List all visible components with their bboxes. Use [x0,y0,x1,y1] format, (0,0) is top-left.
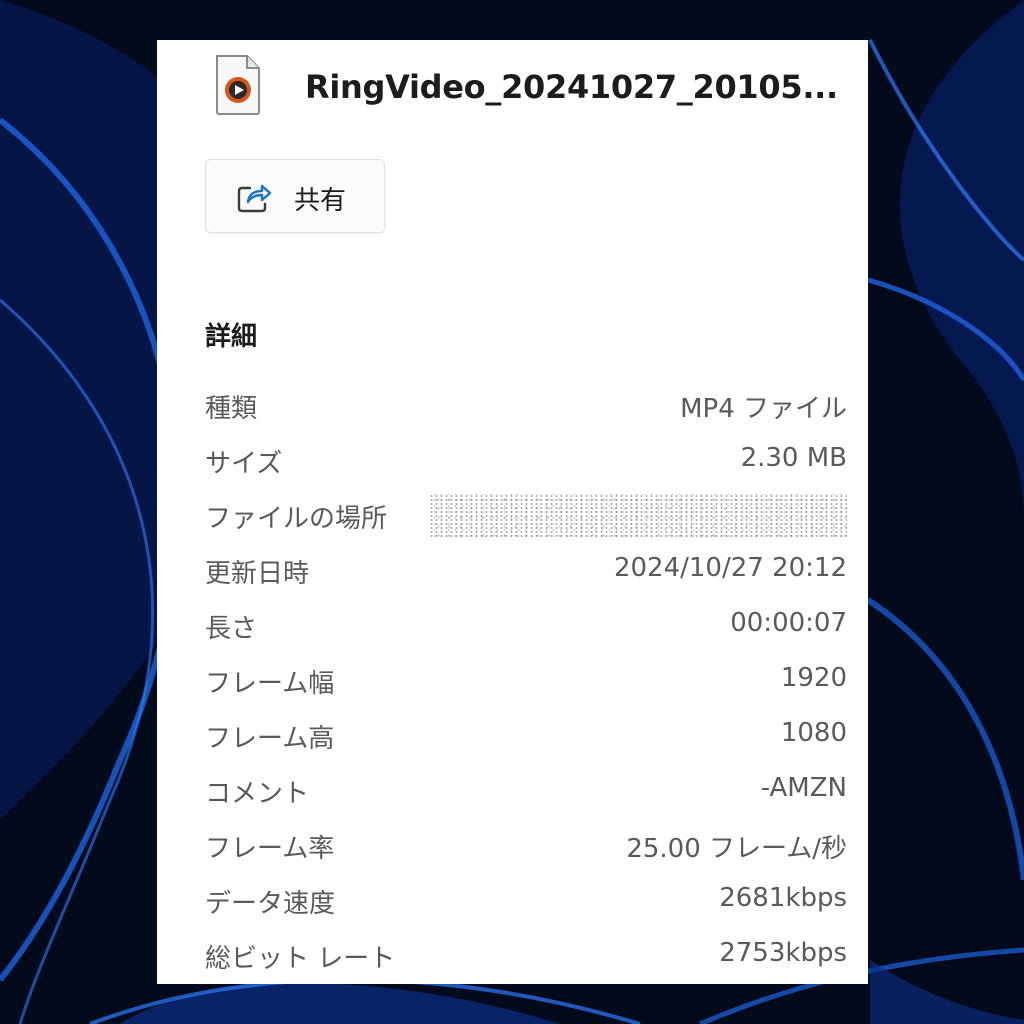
detail-value: 25.00 フレーム/秒 [626,834,847,864]
detail-row-frame-width: フレーム幅 1920 [205,653,847,708]
detail-label: コメント [205,779,310,809]
file-name: RingVideo_20241027_20105... [305,68,838,106]
detail-value: -AMZN [760,773,847,803]
share-button[interactable]: 共有 [205,159,385,233]
detail-value: 2.30 MB [740,443,847,473]
share-icon [236,180,272,214]
redacted-location-value [429,494,847,538]
share-button-label: 共有 [294,186,347,216]
detail-row-location: ファイルの場所 [205,488,847,543]
detail-label: ファイルの場所 [205,504,388,534]
detail-row-frame-rate: フレーム率 25.00 フレーム/秒 [205,818,847,873]
detail-row-length: 長さ 00:00:07 [205,598,847,653]
detail-row-total-bitrate: 総ビット レート 2753kbps [205,928,847,983]
detail-value: 00:00:07 [730,608,847,638]
detail-label: サイズ [205,449,283,479]
detail-row-data-rate: データ速度 2681kbps [205,873,847,928]
detail-label: フレーム高 [205,724,335,754]
detail-label: 種類 [205,394,258,424]
detail-row-frame-height: フレーム高 1080 [205,708,847,763]
detail-label: 総ビット レート [205,944,396,974]
file-details-panel: RingVideo_20241027_20105... 共有 詳細 種類 MP4… [157,40,868,984]
detail-value: 1080 [780,718,847,748]
detail-value: MP4 ファイル [680,394,847,424]
video-file-icon [213,54,263,116]
detail-value: 2024/10/27 20:12 [613,553,847,583]
detail-label: フレーム幅 [205,669,335,699]
detail-row-modified: 更新日時 2024/10/27 20:12 [205,543,847,598]
detail-value: 1920 [780,663,847,693]
details-section-title: 詳細 [205,322,258,352]
desktop-background: RingVideo_20241027_20105... 共有 詳細 種類 MP4… [0,0,1024,1024]
details-list: 種類 MP4 ファイル サイズ 2.30 MB ファイルの場所 更新日時 202… [205,378,847,983]
file-header: RingVideo_20241027_20105... [157,40,868,140]
detail-value: 2681kbps [719,883,847,913]
detail-row-size: サイズ 2.30 MB [205,433,847,488]
detail-label: データ速度 [205,889,336,919]
detail-value: 2753kbps [719,938,847,968]
detail-label: 長さ [205,614,258,644]
detail-label: 更新日時 [205,559,310,589]
detail-label: フレーム率 [205,834,335,864]
detail-row-comment: コメント -AMZN [205,763,847,818]
detail-row-type: 種類 MP4 ファイル [205,378,847,433]
